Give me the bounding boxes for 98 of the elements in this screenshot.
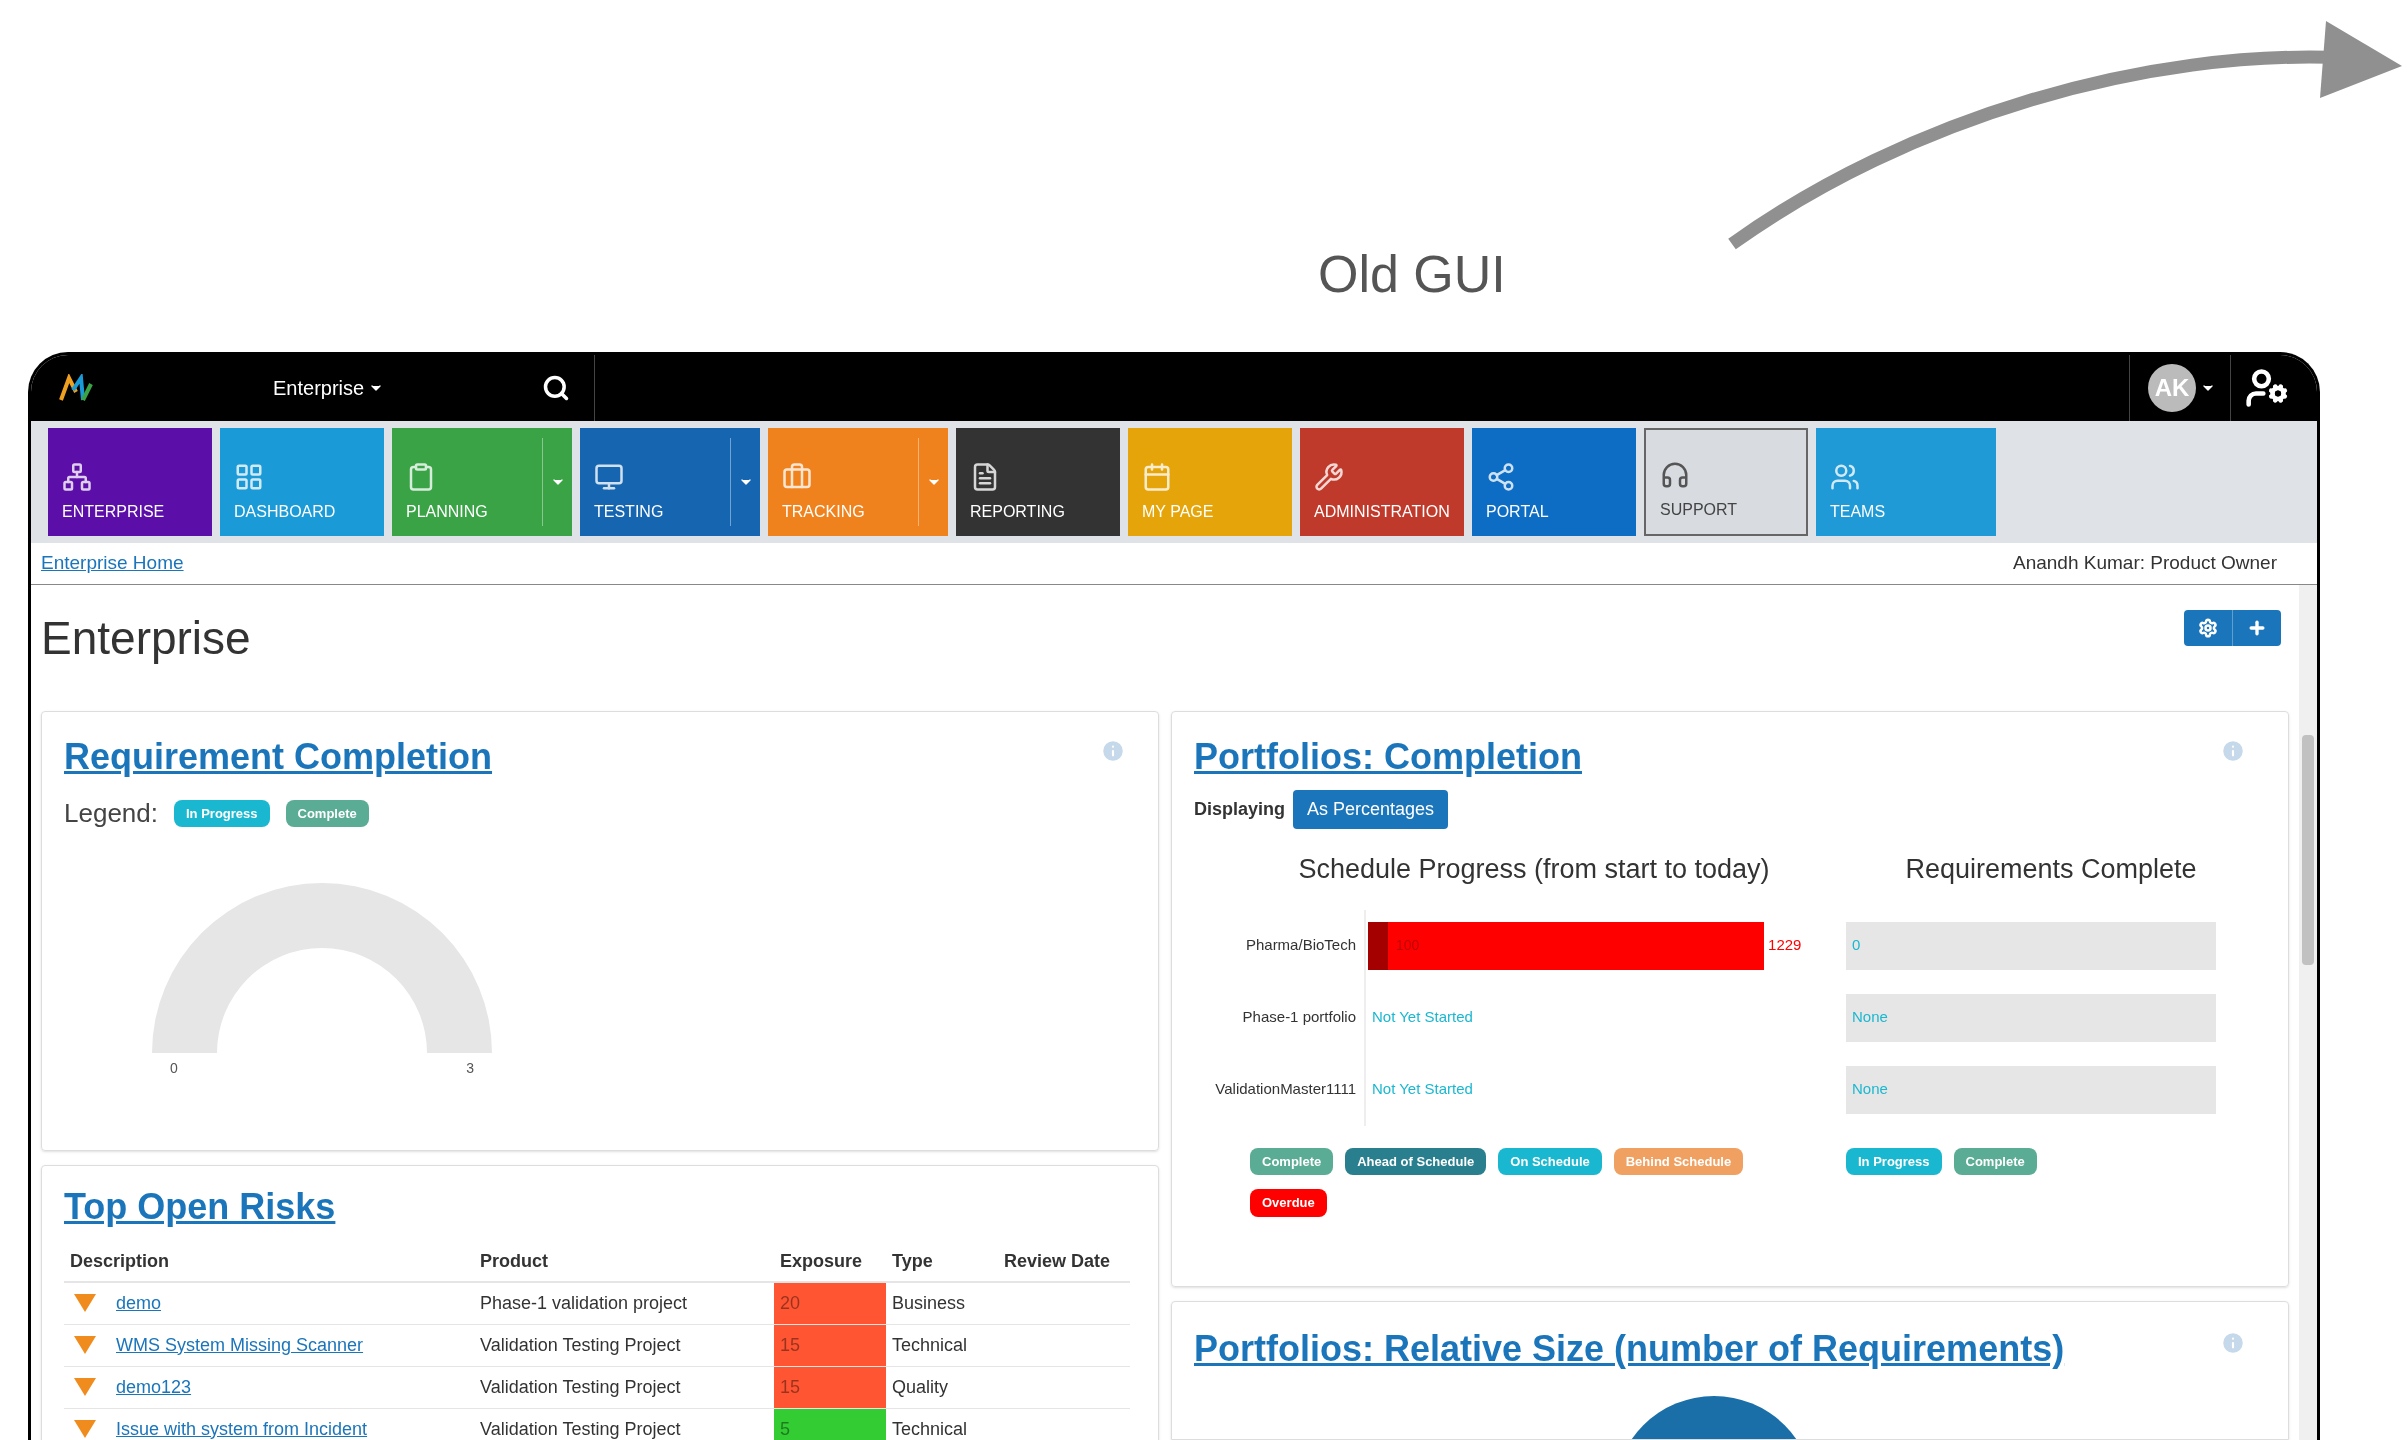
share-icon (1486, 462, 1516, 492)
gauge-max-label: 3 (466, 1059, 474, 1078)
requirements-value: 0 (1852, 935, 1861, 956)
context-dropdown[interactable]: Enterprise (273, 373, 385, 403)
legend-badge: Complete (1250, 1147, 1334, 1175)
display-mode-button[interactable]: As Percentages (1293, 790, 1449, 829)
nav-label: PLANNING (406, 502, 489, 522)
displaying-label: Displaying (1194, 798, 1286, 821)
legend-badge: Ahead of Schedule (1345, 1147, 1487, 1175)
nav-tile[interactable]: ADMINISTRATION (1300, 428, 1464, 536)
bar-label: 100 (1396, 936, 1420, 955)
page-title: Enterprise (41, 610, 251, 666)
bar-value: 1229 (1768, 935, 1802, 956)
nav-label: TRACKING (782, 502, 866, 522)
table-cell: Validation Testing Project (474, 1366, 774, 1408)
requirements-value: None (1852, 1007, 1888, 1028)
column-header: Type (886, 1242, 998, 1282)
table-cell: Phase-1 validation project (474, 1282, 774, 1324)
table-cell: Validation Testing Project (474, 1408, 774, 1440)
nav-label: PORTAL (1486, 502, 1550, 522)
hierarchy-icon (62, 462, 92, 492)
risk-link[interactable]: Issue with system from Incident (116, 1415, 368, 1440)
panel-title[interactable]: Top Open Risks (64, 1186, 336, 1227)
table-cell: Technical (886, 1324, 998, 1366)
plus-icon (2247, 618, 2267, 638)
slide-title: Old GUI (1318, 244, 1506, 305)
triangle-icon (74, 1336, 96, 1354)
legend-label: Legend: (64, 797, 158, 830)
nav-label: ENTERPRISE (62, 502, 166, 522)
chart-heading: Requirements Complete (1904, 853, 2198, 886)
nav-tile[interactable]: ENTERPRISE (48, 428, 212, 536)
risk-link[interactable]: demo123 (116, 1373, 192, 1401)
risk-link[interactable]: demo (116, 1289, 162, 1317)
logo-icon[interactable] (59, 374, 93, 402)
nav-label: MY PAGE (1142, 502, 1215, 522)
calendar-icon (1142, 462, 1172, 492)
column-header: Review Date (998, 1242, 1130, 1282)
nav-tile[interactable]: PORTAL (1472, 428, 1636, 536)
status-text: Not Yet Started (1372, 1079, 1473, 1100)
column-header: Description (64, 1242, 474, 1282)
legend-badge: Behind Schedule (1613, 1147, 1744, 1175)
exposure-cell: 15 (774, 1324, 886, 1366)
settings-button[interactable] (2184, 610, 2233, 646)
table-cell: Quality (886, 1366, 998, 1408)
nav-label: TEAMS (1830, 502, 1887, 522)
user-settings-icon[interactable] (2245, 366, 2289, 410)
portfolio-label: ValidationMaster1111 (1214, 1080, 1357, 1099)
chart-heading: Schedule Progress (from start to today) (1297, 853, 1771, 886)
settings-icon (2198, 618, 2218, 638)
people-icon (1830, 462, 1860, 492)
nav-tile[interactable]: TRACKING (768, 428, 948, 536)
legend-badge: In Progress (1846, 1147, 1942, 1175)
grid-icon (234, 462, 264, 492)
exposure-cell: 15 (774, 1366, 886, 1408)
nav-tile[interactable]: SUPPORT (1644, 428, 1808, 536)
nav-tile[interactable]: PLANNING (392, 428, 572, 536)
table-cell: Business (886, 1282, 998, 1324)
nav-label: ADMINISTRATION (1314, 502, 1451, 522)
add-button[interactable] (2233, 610, 2281, 646)
exposure-cell: 5 (774, 1408, 886, 1440)
risk-link[interactable]: WMS System Missing Scanner (116, 1331, 364, 1359)
legend-badge: Complete (1953, 1147, 2037, 1175)
wrench-icon (1314, 462, 1344, 492)
search-icon[interactable] (542, 374, 571, 402)
avatar: AK (2148, 364, 2196, 412)
column-header: Product (474, 1242, 774, 1282)
breadcrumb-link[interactable]: Enterprise Home (41, 549, 184, 578)
headset-icon (1660, 460, 1690, 490)
requirements-value: None (1852, 1079, 1888, 1100)
panel-title[interactable]: Portfolios: Completion (1194, 730, 1582, 784)
legend-badge: On Schedule (1498, 1147, 1602, 1175)
nav-tile[interactable]: REPORTING (956, 428, 1120, 536)
nav-label: DASHBOARD (234, 502, 337, 522)
nav-label: SUPPORT (1660, 500, 1739, 520)
legend-badge: Complete (285, 799, 369, 828)
panel-title[interactable]: Portfolios: Relative Size (number of Requirements) (1194, 1322, 2065, 1376)
nav-label: TESTING (594, 502, 665, 522)
portfolio-label: Pharma/BioTech (1244, 936, 1357, 955)
triangle-icon (74, 1378, 96, 1396)
triangle-icon (74, 1294, 96, 1313)
exposure-cell: 20 (774, 1282, 886, 1324)
gauge-min-label: 0 (170, 1059, 178, 1078)
table-cell: Technical (886, 1408, 998, 1440)
portfolio-label: Phase-1 portfolio (1241, 1008, 1357, 1027)
legend-badge: In Progress (174, 799, 270, 828)
table-cell: Validation Testing Project (474, 1324, 774, 1366)
legend-badge: Overdue (1250, 1189, 1327, 1217)
nav-tile[interactable]: TESTING (580, 428, 760, 536)
nav-label: REPORTING (970, 502, 1066, 522)
status-text: Not Yet Started (1372, 1007, 1473, 1028)
monitor-icon (594, 462, 624, 492)
scrollbar[interactable] (2299, 585, 2317, 1440)
nav-tile[interactable]: TEAMS (1816, 428, 1996, 536)
user-role: Anandh Kumar: Product Owner (2012, 551, 2277, 576)
triangle-icon (74, 1420, 96, 1438)
nav-tile[interactable]: DASHBOARD (220, 428, 384, 536)
panel-title[interactable]: Requirement Completion (64, 730, 493, 784)
column-header: Exposure (774, 1242, 886, 1282)
